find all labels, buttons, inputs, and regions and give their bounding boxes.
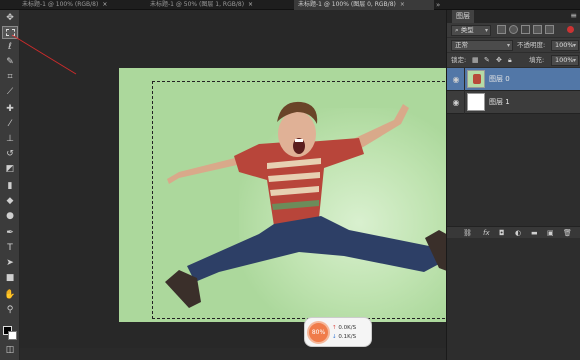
filter-kind-select[interactable]: ⌕ 类型 ▾ bbox=[451, 25, 491, 36]
panel-menu-icon[interactable]: ≡ bbox=[570, 11, 577, 20]
layers-panel-footer: ⛓︎ fx ◘ ◐ ▬ ▣ 🗑︎ bbox=[447, 226, 580, 238]
layer-row-1[interactable]: ◉ 图层 1 bbox=[447, 91, 580, 114]
fill-input[interactable]: 100% ▾ bbox=[551, 55, 579, 66]
filter-type-icon[interactable] bbox=[521, 25, 530, 34]
chevron-down-icon: ▾ bbox=[484, 27, 488, 34]
layer-name[interactable]: 图层 1 bbox=[489, 91, 510, 114]
layers-panel-header: 图层 ≡ bbox=[447, 10, 580, 23]
filter-row: ⌕ 类型 ▾ bbox=[447, 23, 580, 37]
layers-tab[interactable]: 图层 bbox=[452, 10, 474, 23]
fill-label: 填充: bbox=[529, 56, 545, 64]
lock-pixels-icon[interactable]: ✎ bbox=[484, 55, 490, 66]
new-layer-icon[interactable]: ▣ bbox=[547, 227, 554, 239]
lock-row: 锁定: ▦ ✎ ✥ 🔒︎ 填充: 100% ▾ bbox=[447, 53, 580, 67]
layer-thumbnail bbox=[467, 70, 485, 88]
layer-thumbnail bbox=[467, 93, 485, 111]
new-group-icon[interactable]: ▬ bbox=[531, 227, 538, 239]
delete-layer-icon[interactable]: 🗑︎ bbox=[563, 227, 572, 239]
annotation-line-marquee bbox=[11, 34, 77, 75]
opacity-label: 不透明度: bbox=[517, 41, 546, 49]
add-mask-icon[interactable]: ◘ bbox=[499, 227, 505, 239]
layers-panel: 图层 ≡ ⌕ 类型 ▾ 正常 ▾ 不透明度: 100% ▾ 锁定: ▦ ✎ ✥ 🔒︎ … bbox=[446, 10, 580, 360]
visibility-eye-icon[interactable]: ◉ bbox=[450, 68, 462, 91]
link-layers-icon[interactable]: ⛓︎ bbox=[463, 227, 472, 239]
visibility-eye-icon[interactable]: ◉ bbox=[450, 91, 462, 114]
fill-value: 100% bbox=[555, 56, 574, 64]
chevron-down-icon: ▾ bbox=[572, 42, 576, 49]
filter-kind-value: 类型 bbox=[460, 26, 474, 34]
layer-name[interactable]: 图层 0 bbox=[489, 68, 510, 91]
blend-mode-select[interactable]: 正常 ▾ bbox=[451, 40, 513, 51]
adjustment-layer-icon[interactable]: ◐ bbox=[515, 227, 521, 239]
divider bbox=[464, 68, 465, 91]
blend-mode-value: 正常 bbox=[455, 41, 468, 49]
opacity-value: 100% bbox=[555, 41, 574, 49]
lock-position-icon[interactable]: ✥ bbox=[496, 55, 502, 66]
filter-pixel-icon[interactable] bbox=[497, 25, 506, 34]
layer-row-0[interactable]: ◉ 图层 0 bbox=[447, 68, 580, 91]
filter-adjustment-icon[interactable] bbox=[509, 25, 518, 34]
opacity-input[interactable]: 100% ▾ bbox=[551, 40, 579, 51]
blend-row: 正常 ▾ 不透明度: 100% ▾ bbox=[447, 38, 580, 52]
status-bar bbox=[20, 348, 446, 360]
lock-all-icon[interactable]: 🔒︎ bbox=[508, 55, 512, 66]
filter-smart-object-icon[interactable] bbox=[545, 25, 554, 34]
filter-toggle-icon[interactable] bbox=[567, 26, 574, 33]
layer-style-icon[interactable]: fx bbox=[483, 227, 490, 239]
thumbnail-content bbox=[473, 74, 481, 84]
chevron-down-icon: ▾ bbox=[572, 57, 576, 64]
lock-transparency-icon[interactable]: ▦ bbox=[472, 55, 479, 66]
filter-shape-icon[interactable] bbox=[533, 25, 542, 34]
divider bbox=[464, 91, 465, 114]
lock-label: 锁定: bbox=[451, 56, 467, 64]
chevron-down-icon: ▾ bbox=[506, 42, 510, 49]
